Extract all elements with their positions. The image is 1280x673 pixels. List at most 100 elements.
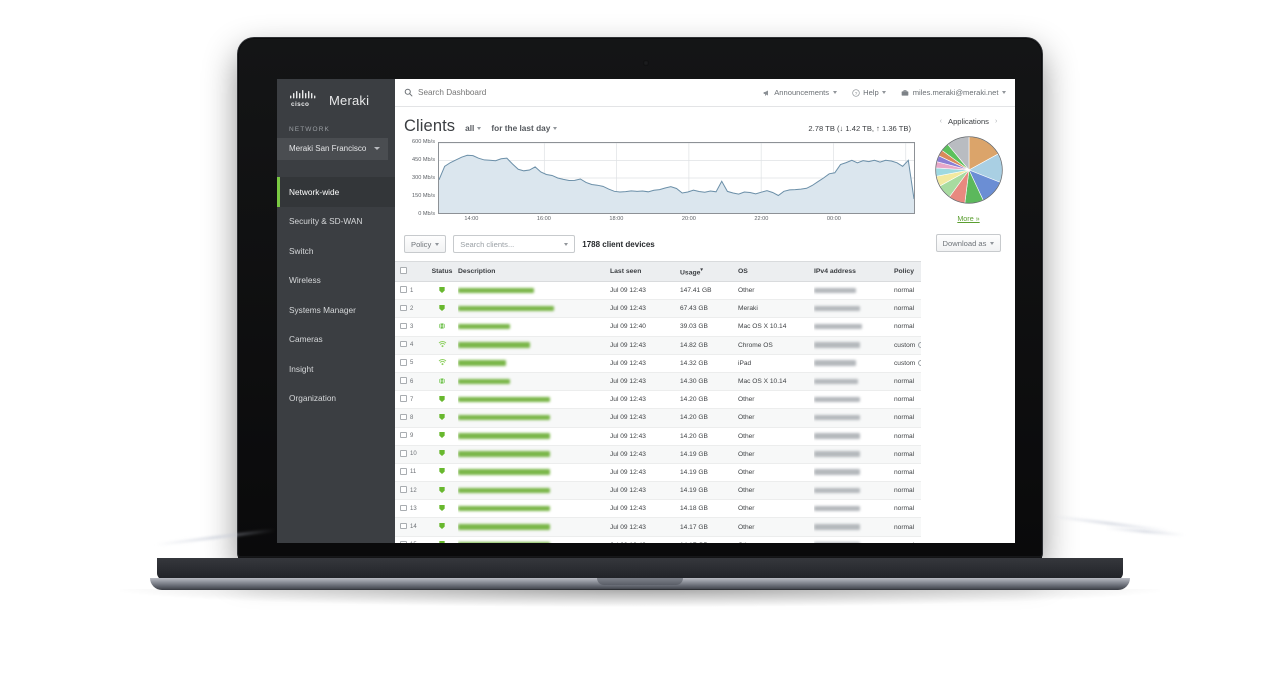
row-checkbox[interactable]	[400, 468, 407, 475]
search-clients-input[interactable]: Search clients...	[453, 235, 576, 253]
cell-description[interactable]	[458, 481, 610, 501]
cell-description[interactable]	[458, 463, 610, 483]
column-header-policy[interactable]: Policy	[894, 261, 921, 282]
sidebar-nav: Network-wide Security & SD-WAN Switch Wirel…	[277, 177, 395, 413]
cell-last-seen: Jul 09 12:43	[610, 536, 680, 543]
brand-logo[interactable]: cisco Meraki	[277, 79, 395, 108]
cell-policy[interactable]: normal	[894, 299, 921, 319]
cell-description[interactable]	[458, 427, 610, 446]
row-checkbox[interactable]	[400, 540, 407, 543]
table-row[interactable]: 4 Jul 09 12:4314.82 GBChrome OS customi	[395, 336, 921, 355]
sidebar-item-switch[interactable]: Switch	[277, 236, 395, 266]
cell-description[interactable]	[458, 336, 610, 355]
cell-description[interactable]	[458, 536, 610, 543]
time-filter-dropdown[interactable]: for the last day	[491, 123, 558, 133]
policy-button[interactable]: Policy	[404, 235, 447, 253]
table-row[interactable]: 13 Jul 09 12:43 14.18 GB Other normal	[395, 499, 921, 519]
sidebar-item-security-sd-wan[interactable]: Security & SD-WAN	[277, 207, 395, 237]
table-row[interactable]: 5 Jul 09 12:4314.32 GBiPad customi	[395, 354, 921, 373]
cell-policy[interactable]: customi	[894, 336, 921, 355]
sidebar-item-network-wide[interactable]: Network-wide	[277, 177, 395, 207]
column-header-last-seen[interactable]: Last seen	[610, 261, 680, 282]
row-checkbox[interactable]	[400, 322, 407, 330]
row-checkbox[interactable]	[400, 359, 407, 366]
cell-policy[interactable]: normal	[894, 463, 921, 483]
sidebar-item-wireless[interactable]: Wireless	[277, 266, 395, 296]
table-row[interactable]: 10 Jul 09 12:43 14.19 GB Other normal	[395, 445, 921, 464]
sidebar-item-organization[interactable]: Organization	[277, 384, 395, 414]
client-globe-icon	[438, 322, 446, 330]
cell-description[interactable]	[458, 372, 610, 392]
cell-description[interactable]	[458, 281, 610, 301]
table-row[interactable]: 14 Jul 09 12:43 14.17 GB Other normal	[395, 517, 921, 537]
cell-policy[interactable]: customi	[894, 354, 921, 373]
cell-description[interactable]	[458, 517, 610, 537]
help-menu[interactable]: ? Help	[851, 88, 887, 97]
row-checkbox[interactable]	[400, 304, 407, 312]
row-checkbox[interactable]	[400, 504, 407, 512]
table-row[interactable]: 6 Jul 09 12:43 14.30 GB Mac OS X 10.14 norma…	[395, 372, 921, 392]
scope-filter-dropdown[interactable]: all	[465, 123, 482, 133]
table-row[interactable]: 2 Jul 09 12:43 67.43 GB Meraki normal	[395, 299, 921, 319]
announcements-menu[interactable]: Announcements	[763, 88, 837, 97]
column-header-description[interactable]: Description	[458, 261, 610, 282]
table-row[interactable]: 9 Jul 09 12:43 14.20 GB Other normal	[395, 427, 921, 446]
cell-usage: 14.32 GB	[680, 354, 738, 373]
cell-policy[interactable]: normal	[894, 372, 921, 392]
cell-policy[interactable]: normal	[894, 390, 921, 410]
cell-description[interactable]	[458, 390, 610, 410]
sidebar-item-systems-manager[interactable]: Systems Manager	[277, 295, 395, 325]
cell-policy[interactable]: normal	[894, 517, 921, 537]
row-checkbox[interactable]	[400, 340, 407, 348]
table-row[interactable]: 11 Jul 09 12:43 14.19 GB Other normal	[395, 463, 921, 483]
prev-arrow-icon[interactable]: ‹	[940, 118, 942, 125]
search-dashboard[interactable]	[404, 88, 763, 97]
cell-description[interactable]	[458, 317, 610, 337]
row-checkbox[interactable]	[400, 377, 407, 384]
row-checkbox[interactable]	[400, 450, 407, 457]
cell-last-seen: Jul 09 12:43	[610, 372, 680, 392]
table-row[interactable]: 15 Jul 09 12:4314.17 GBOther normal	[395, 536, 921, 543]
cell-policy[interactable]: normal	[894, 408, 921, 428]
table-row[interactable]: 3 Jul 09 12:40 39.03 GB Mac OS X 10.14 norma…	[395, 317, 921, 337]
row-checkbox[interactable]	[400, 486, 407, 493]
chart-y-tick: 150 Mb/s	[411, 193, 435, 199]
cell-description[interactable]	[458, 354, 610, 373]
row-checkbox[interactable]	[400, 395, 407, 402]
select-all-checkbox[interactable]	[400, 267, 407, 274]
network-selector[interactable]: Meraki San Francisco	[277, 138, 388, 160]
sidebar-item-cameras[interactable]: Cameras	[277, 325, 395, 355]
cell-description[interactable]	[458, 445, 610, 464]
table-row[interactable]: 12 Jul 09 12:43 14.19 GB Other normal	[395, 481, 921, 501]
column-header-status[interactable]: Status	[426, 261, 458, 282]
search-input[interactable]	[418, 88, 598, 97]
column-header-usage[interactable]: Usage▾	[680, 261, 738, 282]
table-row[interactable]: 1 Jul 09 12:43 147.41 GB Other normal	[395, 281, 921, 301]
cell-policy[interactable]: normal	[894, 536, 921, 543]
more-link[interactable]: More »	[957, 214, 979, 223]
column-header-ipv4[interactable]: IPv4 address	[814, 261, 894, 282]
cell-policy[interactable]: normal	[894, 499, 921, 519]
cell-policy[interactable]: normal	[894, 427, 921, 446]
table-row[interactable]: 8 Jul 09 12:43 14.20 GB Other normal	[395, 408, 921, 428]
row-checkbox[interactable]	[400, 522, 407, 530]
cell-policy[interactable]: normal	[894, 317, 921, 337]
cell-policy[interactable]: normal	[894, 481, 921, 501]
cell-policy[interactable]: normal	[894, 445, 921, 464]
cell-os: Other	[738, 427, 814, 446]
download-as-button[interactable]: Download as	[935, 234, 1002, 252]
applications-pie-chart[interactable]	[932, 133, 1006, 207]
sidebar-item-insight[interactable]: Insight	[277, 354, 395, 384]
cell-policy[interactable]: normal	[894, 281, 921, 301]
column-header-os[interactable]: OS	[738, 261, 814, 282]
row-checkbox[interactable]	[400, 431, 407, 439]
cell-description[interactable]	[458, 299, 610, 319]
cell-description[interactable]	[458, 408, 610, 428]
cell-description[interactable]	[458, 499, 610, 519]
account-menu[interactable]: miles.meraki@meraki.net	[901, 88, 1006, 97]
table-row[interactable]: 7 Jul 09 12:43 14.20 GB Other normal	[395, 390, 921, 410]
cell-status	[426, 372, 458, 392]
row-checkbox[interactable]	[400, 286, 407, 293]
next-arrow-icon[interactable]: ›	[995, 118, 997, 125]
row-checkbox[interactable]	[400, 413, 407, 421]
